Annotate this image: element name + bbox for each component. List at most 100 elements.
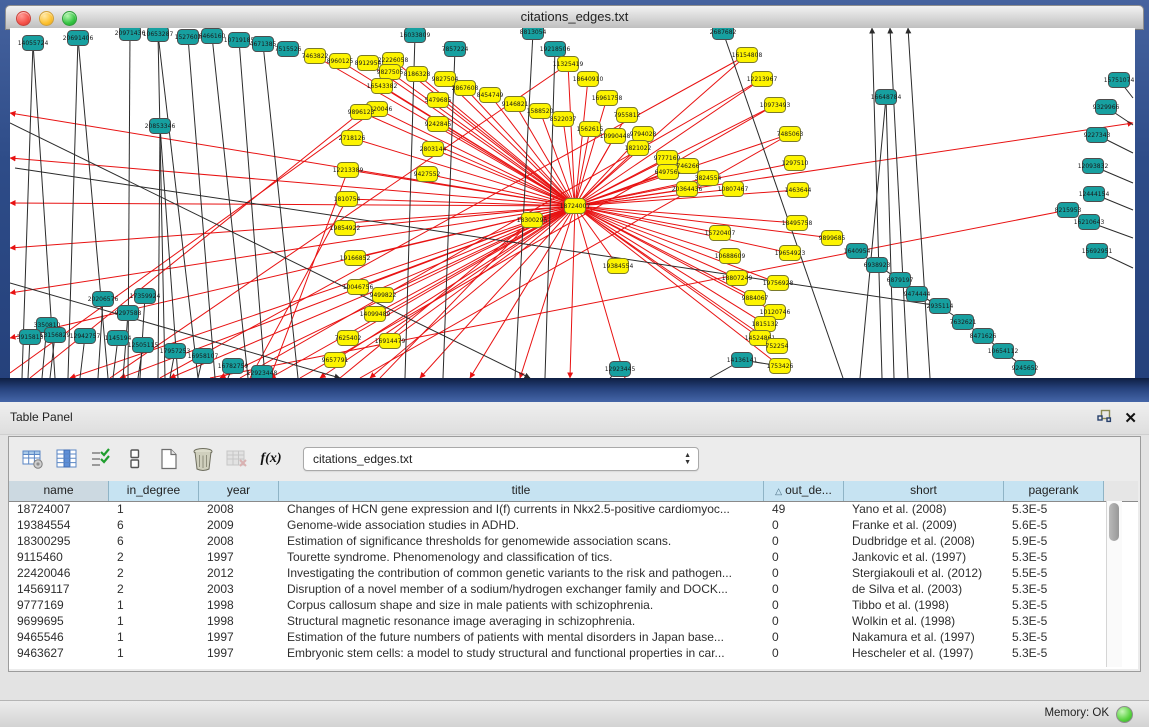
graph-node[interactable]: 19654923 <box>775 246 806 261</box>
table-settings-icon[interactable] <box>19 445 47 473</box>
graph-edge[interactable] <box>570 206 575 378</box>
table-selector-dropdown[interactable]: citations_edges.txt ▲▼ <box>303 447 699 471</box>
graph-node[interactable]: 2687682 <box>710 28 737 40</box>
graph-node[interactable]: 12213967 <box>747 72 778 87</box>
graph-node[interactable]: 12093832 <box>1078 159 1109 174</box>
table-row[interactable]: 1872400712008Changes of HCN gene express… <box>9 501 1104 517</box>
graph-node[interactable]: 2718126 <box>339 131 366 146</box>
graph-edge[interactable] <box>908 28 930 378</box>
graph-edge[interactable] <box>220 206 575 378</box>
table-row[interactable]: 946362711997Embryonic stem cells: a mode… <box>9 645 1104 661</box>
column-header-year[interactable]: year <box>199 481 279 501</box>
graph-node[interactable]: 1753426 <box>767 359 794 374</box>
select-rows-icon[interactable] <box>87 445 115 473</box>
table-row[interactable]: 2242004622012Investigating the contribut… <box>9 565 1104 581</box>
graph-node[interactable]: 14136141 <box>727 353 758 368</box>
graph-edge[interactable] <box>300 105 775 378</box>
graph-node[interactable]: 1640954 <box>844 244 871 259</box>
network-window-titlebar[interactable]: citations_edges.txt <box>5 5 1144 30</box>
graph-node[interactable]: 1810754 <box>334 192 361 207</box>
scrollbar-thumb[interactable] <box>1109 503 1119 541</box>
graph-node[interactable]: 15720407 <box>705 226 736 241</box>
graph-node[interactable]: 11325419 <box>553 57 584 72</box>
graph-edge[interactable] <box>860 97 886 378</box>
table-row[interactable]: 977716911998Corpus callosum shape and si… <box>9 597 1104 613</box>
graph-edge[interactable] <box>575 98 607 206</box>
delete-rows-icon[interactable] <box>189 445 217 473</box>
graph-node[interactable]: 9227343 <box>1084 128 1111 143</box>
graph-edge[interactable] <box>10 206 575 293</box>
table-row[interactable]: 946554611997Estimation of the future num… <box>9 629 1104 645</box>
graph-node[interactable]: 9146821 <box>502 97 529 112</box>
graph-node[interactable]: 9827505 <box>377 65 404 80</box>
graph-node[interactable]: 19756928 <box>763 276 794 291</box>
column-header-title[interactable]: title <box>279 481 764 501</box>
graph-node[interactable]: 8454749 <box>477 88 504 103</box>
graph-node[interactable]: 19384554 <box>603 259 634 274</box>
graph-edge[interactable] <box>68 38 78 378</box>
graph-node[interactable]: 8215953 <box>1055 203 1082 218</box>
graph-node[interactable]: 5479685 <box>425 93 452 108</box>
graph-node[interactable]: 16961758 <box>592 91 623 106</box>
graph-node[interactable]: 1815132 <box>752 317 779 332</box>
graph-node[interactable]: 19218506 <box>540 42 571 57</box>
graph-node[interactable]: 7485063 <box>777 127 804 142</box>
graph-node[interactable]: 9242845 <box>425 117 452 132</box>
graph-node[interactable]: 12444154 <box>1079 187 1110 202</box>
show-column-icon[interactable] <box>53 445 81 473</box>
graph-node[interactable]: 7632621 <box>950 315 977 330</box>
row-height-icon[interactable] <box>121 445 149 473</box>
table-row[interactable]: 911546021997Tourette syndrome. Phenomeno… <box>9 549 1104 565</box>
float-window-icon[interactable] <box>1097 409 1112 428</box>
graph-node[interactable]: 14055724 <box>18 36 49 51</box>
graph-edge[interactable] <box>872 28 882 378</box>
graph-node[interactable]: 1821022 <box>625 141 652 156</box>
column-header-name[interactable]: name <box>9 481 109 501</box>
graph-edge[interactable] <box>128 33 130 378</box>
graph-node[interactable]: 7955812 <box>614 108 641 123</box>
graph-node[interactable]: 19166852 <box>340 251 371 266</box>
graph-node[interactable]: 8960125 <box>327 54 354 69</box>
graph-node[interactable]: 6879197 <box>887 273 914 288</box>
graph-node[interactable]: 9884067 <box>742 291 769 306</box>
graph-node[interactable]: 9657791 <box>322 353 349 368</box>
column-header-pagerank[interactable]: pagerank <box>1004 481 1104 501</box>
network-view[interactable]: 1405572420691406209714361065328715276026… <box>10 28 1135 378</box>
graph-node[interactable]: 18640910 <box>573 72 604 87</box>
graph-node[interactable]: 12505115 <box>128 338 159 353</box>
graph-edge[interactable] <box>370 206 575 378</box>
network-svg[interactable]: 1405572420691406209714361065328715276026… <box>10 28 1135 378</box>
graph-node[interactable]: 16154808 <box>732 48 763 63</box>
graph-edge[interactable] <box>240 79 762 378</box>
graph-node[interactable]: 3915813 <box>17 330 44 345</box>
graph-node[interactable]: 4671385 <box>250 37 277 52</box>
graph-edge[interactable] <box>723 32 843 378</box>
graph-node[interactable]: 9245652 <box>1012 361 1039 376</box>
graph-node[interactable]: 2803144 <box>420 142 447 157</box>
graph-node[interactable]: 6466160 <box>199 29 226 44</box>
graph-node[interactable]: 746266 <box>677 159 700 174</box>
graph-node[interactable]: 12213389 <box>333 163 364 178</box>
graph-edge[interactable] <box>10 158 575 206</box>
graph-node[interactable]: 10654112 <box>988 344 1019 359</box>
graph-node[interactable]: 9499822 <box>370 288 397 303</box>
close-panel-icon[interactable]: ✕ <box>1124 412 1137 426</box>
graph-node[interactable]: 10990448 <box>600 129 631 144</box>
graph-node[interactable]: 7515526 <box>275 42 302 57</box>
graph-node[interactable]: 1463644 <box>785 183 812 198</box>
new-table-icon[interactable] <box>155 445 183 473</box>
graph-node[interactable]: 8522037 <box>550 112 577 127</box>
graph-node[interactable]: 9794028 <box>630 127 657 142</box>
vertical-scrollbar[interactable] <box>1106 501 1122 667</box>
graph-node[interactable]: 20853346 <box>145 119 176 134</box>
graph-node[interactable]: 10653287 <box>143 28 174 42</box>
graph-edge[interactable] <box>22 43 33 378</box>
graph-node[interactable]: 6938923 <box>864 258 891 273</box>
graph-node[interactable]: 9899685 <box>819 231 846 246</box>
graph-node[interactable]: 9896123 <box>348 105 375 120</box>
graph-node[interactable]: 9427552 <box>414 167 441 182</box>
table-row[interactable]: 1830029562008Estimation of significance … <box>9 533 1104 549</box>
table-row[interactable]: 969969511998Structural magnetic resonanc… <box>9 613 1104 629</box>
graph-node[interactable]: 20971436 <box>115 28 146 41</box>
graph-node[interactable]: 9329966 <box>1093 100 1120 115</box>
